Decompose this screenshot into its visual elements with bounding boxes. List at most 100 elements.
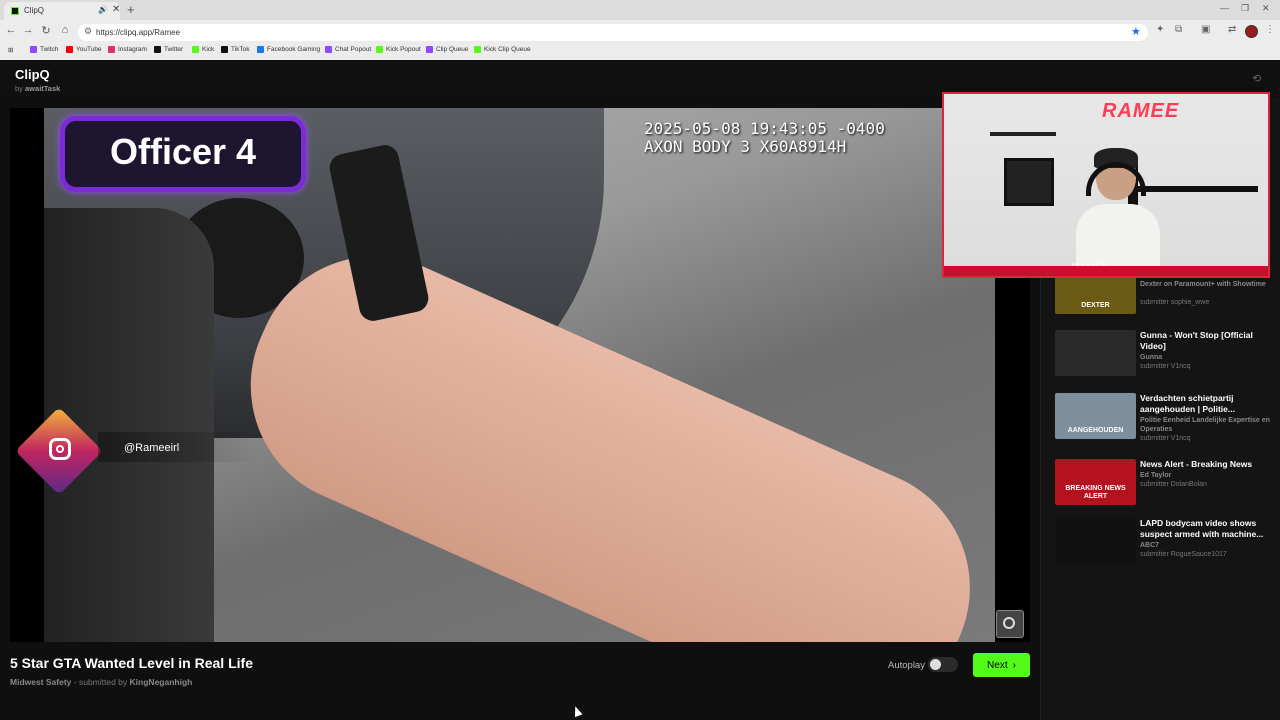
address-bar[interactable]: ⚙ https://clipq.app/Ramee ★ xyxy=(78,24,1148,41)
queue-submitter: submitter V1ncq xyxy=(1140,363,1191,370)
bookmark-item[interactable]: TikTok xyxy=(221,46,250,53)
officer-label: Officer 4 xyxy=(109,131,257,172)
bookmark-label: Kick Popout xyxy=(386,46,421,53)
bookmark-favicon-icon xyxy=(376,46,383,53)
queue-thumbnail[interactable]: BREAKING NEWS ALERT xyxy=(1055,459,1136,505)
bookmark-label: Facebook Gaming xyxy=(267,46,321,53)
bookmark-item[interactable]: Clip Queue xyxy=(426,46,469,53)
bookmark-favicon-icon xyxy=(154,46,161,53)
bookmark-item[interactable]: Facebook Gaming xyxy=(257,46,320,53)
app-byline: by awaitTask xyxy=(15,84,61,93)
queue-thumbnail[interactable] xyxy=(1055,330,1136,376)
queue-title[interactable]: News Alert - Breaking News xyxy=(1140,459,1270,470)
site-info-icon[interactable]: ⚙ xyxy=(84,26,92,37)
url-text[interactable]: https://clipq.app/Ramee xyxy=(96,28,180,37)
bookmark-favicon-icon xyxy=(474,46,481,53)
bookmark-item[interactable]: Kick Popout xyxy=(376,46,421,53)
queue-submitter: submitter V1ncq xyxy=(1140,435,1191,442)
bookmark-item[interactable]: Kick Clip Queue xyxy=(474,46,531,53)
queue-title[interactable]: LAPD bodycam video shows suspect armed w… xyxy=(1140,518,1270,540)
bookmark-label: Instagram xyxy=(118,46,147,53)
bookmark-item[interactable]: Twitch xyxy=(30,46,58,53)
queue-channel: ABC7 xyxy=(1140,542,1160,549)
bookmark-favicon-icon xyxy=(30,46,37,53)
streamer-name: RAMEE xyxy=(1102,100,1180,122)
channel-name[interactable]: Midwest Safety xyxy=(10,677,71,687)
bookmark-label: Clip Queue xyxy=(436,46,469,53)
queue-submitter: submitter DolanBolan xyxy=(1140,481,1207,488)
wall-shelf xyxy=(990,132,1056,136)
bookmark-favicon-icon xyxy=(108,46,115,53)
queue-item[interactable]: Gunna - Won't Stop [Official Video] Gunna… xyxy=(1055,330,1273,380)
thumbnail-text: DEXTER xyxy=(1081,302,1110,309)
clip-title: 5 Star GTA Wanted Level in Real Life xyxy=(10,655,253,671)
queue-channel: Dexter on Paramount+ with Showtime xyxy=(1140,281,1266,288)
queue-thumbnail[interactable] xyxy=(1055,518,1136,564)
webcam-overlay: RAMEE RAMEE xyxy=(942,92,1270,278)
new-tab-button[interactable]: + xyxy=(127,2,135,17)
bookmark-favicon-icon xyxy=(192,46,199,53)
browser-tab[interactable]: ClipQ 🔊 ✕ xyxy=(4,2,120,20)
video-frame: Officer 4 2025-05-08 19:43:05 -0400 AXON… xyxy=(44,108,995,642)
maximize-icon[interactable]: ❐ xyxy=(1241,3,1249,14)
speaker-icon[interactable]: 🔊 xyxy=(98,5,108,14)
autoplay-label: Autoplay xyxy=(888,660,925,671)
bookmark-label: Twitch xyxy=(40,46,59,53)
queue-item[interactable]: LAPD bodycam video shows suspect armed w… xyxy=(1055,518,1273,568)
window-close-icon[interactable]: ✕ xyxy=(1262,3,1270,14)
cast-icon[interactable]: ⇄ xyxy=(1228,24,1236,35)
queue-channel: Ed Taylor xyxy=(1140,472,1172,479)
home-icon[interactable]: ⌂ xyxy=(58,24,72,36)
queue-submitter: submitter RogueSauce1017 xyxy=(1140,551,1227,558)
instagram-handle: @Rameeirl xyxy=(124,442,180,454)
menu-dots-icon[interactable]: ⋮ xyxy=(1265,24,1275,35)
back-icon[interactable]: ← xyxy=(4,24,18,36)
video-player[interactable]: Officer 4 2025-05-08 19:43:05 -0400 AXON… xyxy=(10,108,1030,642)
instagram-icon xyxy=(49,438,71,460)
queue-thumbnail[interactable]: AANGEHOUDEN xyxy=(1055,393,1136,439)
bookmark-star-icon[interactable]: ★ xyxy=(1131,25,1141,38)
next-button[interactable]: Next › xyxy=(973,653,1030,677)
bookmark-item[interactable]: Twitter xyxy=(154,46,183,53)
queue-channel: Politie Eenheid Landelijke Expertise en … xyxy=(1140,417,1270,433)
bookmark-label: Twitter xyxy=(164,46,184,53)
queue-title[interactable]: Gunna - Won't Stop [Official Video] xyxy=(1140,330,1270,352)
queue-channel: Gunna xyxy=(1140,354,1163,361)
tab-strip: ClipQ 🔊 ✕ + — ❐ ✕ xyxy=(0,0,1280,20)
chevron-right-icon: › xyxy=(1012,659,1016,671)
extensions-puzzle-icon[interactable]: ⧉ xyxy=(1175,24,1182,35)
reload-icon[interactable]: ↻ xyxy=(39,24,53,37)
toggle-knob xyxy=(930,659,941,670)
minimize-icon[interactable]: — xyxy=(1220,3,1229,13)
blood-drip-border xyxy=(944,266,1268,276)
apps-grid-icon[interactable]: ⊞ xyxy=(8,46,13,54)
mic-arm xyxy=(1138,186,1258,192)
instagram-overlay xyxy=(14,407,108,498)
forward-icon[interactable]: → xyxy=(21,24,35,36)
bookmark-favicon-icon xyxy=(257,46,264,53)
bookmark-item[interactable]: Kick xyxy=(192,46,214,53)
bookmark-item[interactable]: Instagram xyxy=(108,46,147,53)
queue-item[interactable]: BREAKING NEWS ALERT News Alert - Breaking… xyxy=(1055,459,1273,509)
thumbnail-text: AANGEHOUDEN xyxy=(1067,427,1124,434)
profile-avatar[interactable] xyxy=(1245,25,1258,38)
history-icon[interactable]: ⟲ xyxy=(1252,72,1261,85)
queue-title[interactable]: Verdachten schietpartij aangehouden | Po… xyxy=(1140,393,1270,415)
sidepanel-icon[interactable]: ▣ xyxy=(1201,24,1210,35)
extension-icon[interactable]: ✦ xyxy=(1156,24,1164,35)
autoplay-toggle[interactable] xyxy=(928,657,958,672)
tab-title: ClipQ xyxy=(24,6,45,15)
officer-overlay: Officer 4 xyxy=(60,116,306,192)
bookmark-item[interactable]: YouTube xyxy=(66,46,102,53)
queue-item[interactable]: AANGEHOUDEN Verdachten schietpartij aange… xyxy=(1055,393,1273,443)
app-logo[interactable]: ClipQ xyxy=(15,67,50,82)
tab-close-icon[interactable]: ✕ xyxy=(112,4,120,15)
next-label: Next xyxy=(987,659,1008,671)
bookmark-favicon-icon xyxy=(426,46,433,53)
queue-submitter: submitter sophie_wwe xyxy=(1140,299,1210,306)
bookmark-label: Kick Clip Queue xyxy=(484,46,531,53)
clipq-favicon xyxy=(11,7,19,15)
thumbnail-text: BREAKING NEWS ALERT xyxy=(1065,485,1126,500)
bookmark-item[interactable]: Chat Popout xyxy=(325,46,371,53)
bookmark-favicon-icon xyxy=(221,46,228,53)
